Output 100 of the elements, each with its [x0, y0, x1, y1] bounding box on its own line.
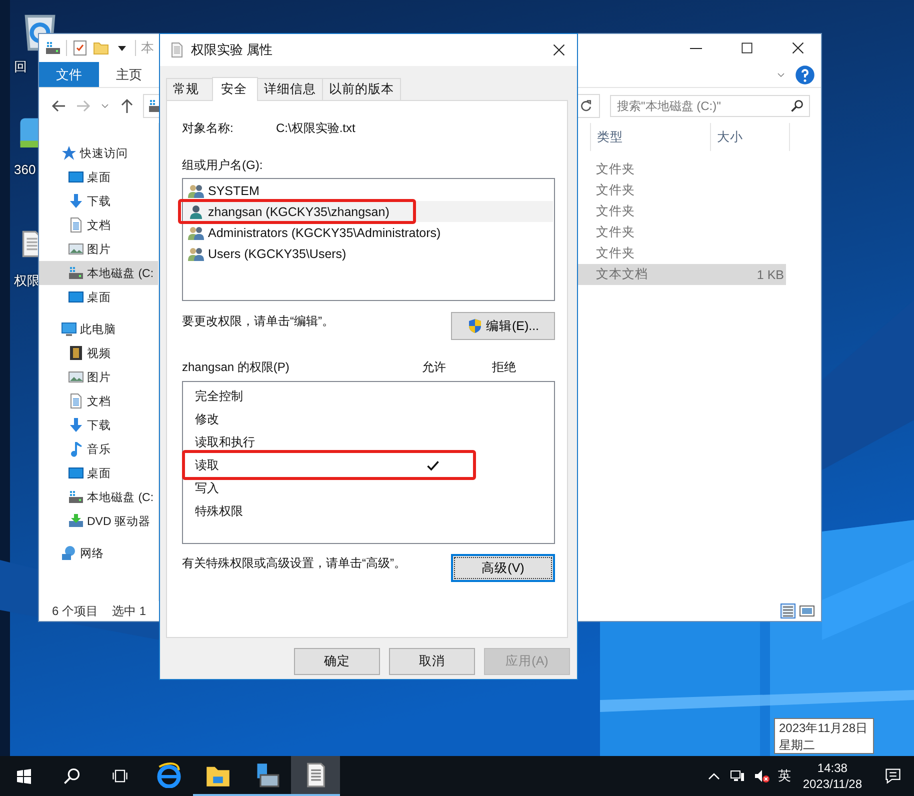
permission-name: 完全控制 [195, 388, 243, 405]
desktop-icon [68, 289, 84, 305]
drive-icon [45, 40, 61, 56]
sidebar-item[interactable]: 视频 [39, 341, 158, 365]
search-field[interactable]: 搜索"本地磁盘 (C:)" [610, 94, 810, 116]
date-tooltip: 2023年11月28日 星期二 [774, 718, 874, 754]
desktop-icon-label: 回 [14, 58, 27, 76]
document-check-icon [72, 40, 88, 56]
window-title: 本 [141, 39, 154, 57]
sidebar-item[interactable]: 图片 [39, 365, 158, 389]
picture-icon [68, 241, 84, 257]
permission-name: 写入 [195, 480, 219, 497]
item-count: 6 个项目 [52, 602, 98, 620]
document-icon [68, 393, 84, 409]
download-arrow-icon [68, 193, 84, 209]
sidebar-item[interactable]: 网络 [39, 541, 158, 565]
hint-text: 要更改权限，请单击“编辑”。 [182, 313, 334, 330]
drive-icon [68, 265, 84, 281]
desktop-icon [68, 169, 84, 185]
desktop-icon-label: 360 [14, 162, 36, 177]
sidebar-item[interactable]: 图片 [39, 237, 158, 261]
film-icon [68, 345, 84, 361]
help-icon [795, 64, 815, 84]
refresh-icon [579, 98, 593, 112]
text-file-icon [169, 42, 185, 58]
tab[interactable]: 常规 [166, 78, 213, 100]
sidebar-item[interactable]: 此电脑 [39, 317, 158, 341]
sidebar-item[interactable]: 本地磁盘 (C: [39, 261, 158, 285]
picture-icon [68, 369, 84, 385]
download-arrow-icon [68, 417, 84, 433]
taskbar-app[interactable] [291, 756, 340, 796]
desktop-icon-label: 权限 [14, 272, 40, 290]
close-icon [552, 43, 566, 57]
field-label: zhangsan 的权限(P) [182, 358, 290, 376]
window-title: 权限实验 属性 [191, 41, 273, 59]
permission-name: 读取和执行 [195, 434, 255, 451]
user-icon [188, 204, 204, 220]
close-icon [791, 41, 805, 55]
clock[interactable]: 14:38 2023/11/28 [802, 760, 862, 792]
tab[interactable]: 以前的版本 [322, 78, 401, 100]
notification-icon [884, 767, 902, 785]
sidebar-item[interactable]: 下载 [39, 413, 158, 437]
users-icon [188, 246, 204, 262]
shield-icon [466, 318, 483, 334]
sidebar-item[interactable]: 快速访问 [39, 141, 158, 165]
dvd-drive-icon [68, 513, 84, 529]
user-list-item[interactable]: Users (KGCKY35\Users) [184, 243, 553, 264]
computer-icon [61, 321, 77, 337]
up-arrow-icon [119, 98, 135, 114]
speaker-muted-icon [754, 768, 770, 784]
advanced-button[interactable]: 高级(V) [451, 554, 555, 582]
field-label: 对象名称: [182, 120, 234, 136]
sidebar-item[interactable]: 下载 [39, 189, 158, 213]
windows-logo-icon [16, 768, 32, 784]
permission-name: 修改 [195, 411, 219, 428]
ribbon-tab[interactable]: 文件 [39, 62, 99, 87]
edit-button[interactable]: 编辑(E)... [451, 312, 555, 340]
dialog-button[interactable]: 确定 [294, 648, 380, 675]
network-icon [61, 545, 77, 561]
task-view-icon [111, 767, 129, 785]
column-header[interactable]: 大小 [710, 123, 790, 151]
column-header: 允许 [421, 358, 447, 376]
search-icon [790, 98, 804, 112]
back-arrow-icon [51, 98, 67, 114]
sidebar-item[interactable]: DVD 驱动器 [39, 509, 158, 533]
field-label: 组或用户名(G): [182, 157, 264, 173]
drive-icon [68, 489, 84, 505]
sidebar-item[interactable]: 音乐 [39, 437, 158, 461]
input-method-indicator[interactable]: 英 [778, 767, 791, 785]
maximize-icon [740, 41, 754, 55]
folder-icon [93, 40, 109, 56]
browser-icon [156, 762, 182, 788]
users-icon [188, 182, 204, 198]
sidebar-item[interactable]: 文档 [39, 213, 158, 237]
sidebar-item[interactable]: 本地磁盘 (C: [39, 485, 158, 509]
hint-text: 有关特殊权限或高级设置，请单击“高级”。 [182, 555, 406, 572]
desktop-icon [68, 465, 84, 481]
checkmark-icon[interactable] [426, 460, 440, 472]
sidebar-item[interactable]: 桌面 [39, 285, 158, 309]
user-list-item[interactable]: Administrators (KGCKY35\Administrators) [184, 222, 553, 243]
object-path: C:\权限实验.txt [276, 120, 356, 136]
sidebar-item[interactable]: 文档 [39, 389, 158, 413]
large-icons-view-icon [799, 603, 815, 619]
selection-count: 选中 1 [112, 602, 146, 620]
column-header[interactable]: 类型 [590, 123, 710, 151]
forward-arrow-icon [75, 98, 91, 114]
sidebar-item[interactable]: 桌面 [39, 165, 158, 189]
permission-name: 特殊权限 [195, 503, 243, 520]
users-icon [188, 224, 204, 240]
ribbon-tab[interactable]: 主页 [99, 62, 159, 87]
search-icon [63, 767, 81, 785]
tab[interactable]: 安全 [212, 77, 258, 101]
user-list-item[interactable]: SYSTEM [184, 180, 553, 201]
dialog-button[interactable]: 取消 [389, 648, 475, 675]
sidebar-item[interactable]: 桌面 [39, 461, 158, 485]
network-icon [730, 768, 746, 784]
star-icon [61, 145, 77, 161]
column-header: 拒绝 [491, 358, 517, 376]
details-view-icon [780, 603, 796, 619]
document-icon [68, 217, 84, 233]
